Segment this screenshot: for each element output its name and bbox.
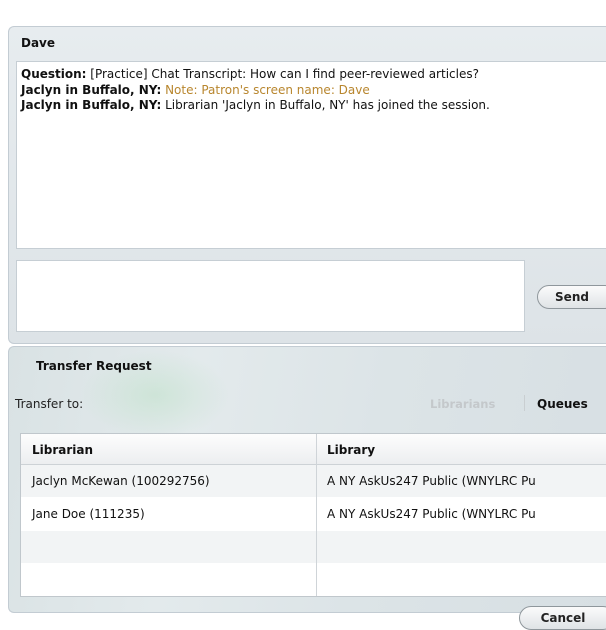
send-button[interactable]: Send <box>537 285 606 309</box>
tab-queues[interactable]: Queues <box>537 397 588 411</box>
column-header-library[interactable]: Library <box>327 443 375 457</box>
cell-library: A NY AskUs247 Public (WNYLRC Pu <box>327 474 536 488</box>
transcript-speaker: Question: <box>21 67 87 81</box>
table-row[interactable]: Jaclyn McKewan (100292756) A NY AskUs247… <box>21 465 606 497</box>
transcript-line: Jaclyn in Buffalo, NY: Librarian 'Jaclyn… <box>21 98 602 114</box>
transcript-speaker: Jaclyn in Buffalo, NY: <box>21 98 162 112</box>
cancel-button[interactable]: Cancel <box>519 606 606 630</box>
table-header: Librarian Library <box>21 434 606 465</box>
column-header-librarian[interactable]: Librarian <box>32 443 93 457</box>
patron-name-header: Dave <box>21 36 56 50</box>
tab-librarians[interactable]: Librarians <box>430 397 495 411</box>
transfer-title: Transfer Request <box>36 359 152 373</box>
transfer-to-label: Transfer to: <box>15 397 84 411</box>
transcript-speaker: Jaclyn in Buffalo, NY: <box>21 82 162 97</box>
cell-library: A NY AskUs247 Public (WNYLRC Pu <box>327 507 536 521</box>
transcript-text: [Practice] Chat Transcript: How can I fi… <box>86 67 479 81</box>
transcript-text: Librarian 'Jaclyn in Buffalo, NY' has jo… <box>161 98 490 112</box>
transcript-note-text: Note: Patron's screen name: Dave <box>161 82 370 97</box>
table-row[interactable]: Jane Doe (111235) A NY AskUs247 Public (… <box>21 498 606 530</box>
message-input[interactable] <box>16 260 525 332</box>
transcript-line: Jaclyn in Buffalo, NY: Note: Patron's sc… <box>21 83 602 99</box>
table-row[interactable] <box>21 531 606 563</box>
top-strip <box>0 0 606 10</box>
tab-divider <box>524 395 525 411</box>
transcript-line: Question: [Practice] Chat Transcript: Ho… <box>21 67 602 83</box>
cell-librarian: Jaclyn McKewan (100292756) <box>32 474 210 488</box>
librarian-table: Librarian Library Jaclyn McKewan (100292… <box>20 433 606 597</box>
column-divider <box>316 434 317 596</box>
cell-librarian: Jane Doe (111235) <box>32 507 145 521</box>
chat-transcript[interactable]: Question: [Practice] Chat Transcript: Ho… <box>16 61 606 249</box>
